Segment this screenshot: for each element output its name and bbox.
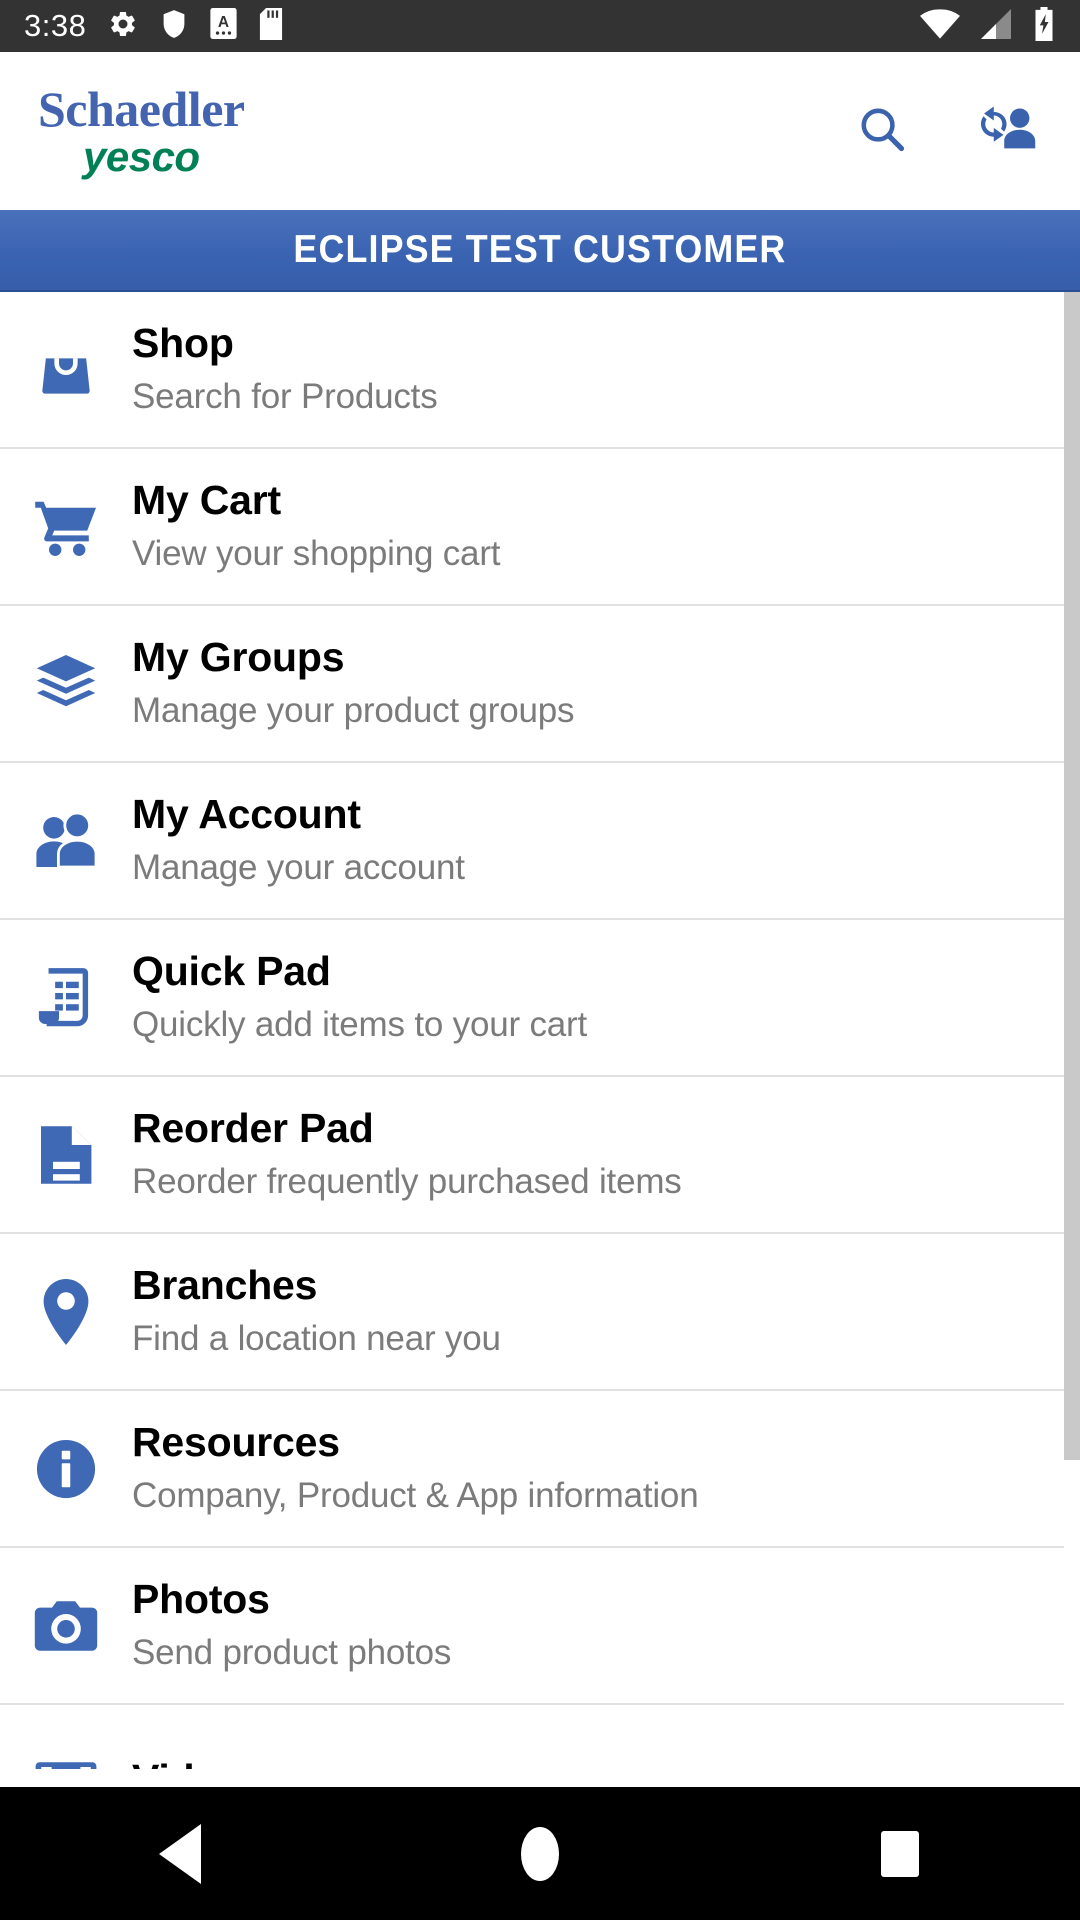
menu-item-title: Photos: [132, 1576, 270, 1623]
info-circle-icon: [28, 1431, 104, 1507]
battery-charging-icon: [1032, 6, 1056, 46]
cell-signal-icon: [978, 8, 1014, 44]
menu-item-photos[interactable]: Photos Send product photos: [0, 1548, 1064, 1705]
scrollbar-thumb[interactable]: [1064, 292, 1080, 1460]
layers-icon: [28, 646, 104, 722]
menu-item-subtitle: Find a location near you: [132, 1319, 501, 1359]
shopping-bag-icon: [28, 332, 104, 408]
android-nav-bar: [0, 1787, 1080, 1920]
customer-banner-label: ECLIPSE TEST CUSTOMER: [293, 228, 787, 271]
customer-banner: ECLIPSE TEST CUSTOMER: [0, 210, 1080, 292]
menu-item-text: Branches Find a location near you: [132, 1261, 501, 1362]
home-circle-icon: [521, 1826, 559, 1881]
people-icon: [28, 803, 104, 879]
menu-item-text: Videos: [132, 1755, 265, 1769]
menu-list: Shop Search for Products My Cart View yo…: [0, 292, 1080, 1769]
menu-item-title: Resources: [132, 1419, 340, 1466]
status-bar-right: [920, 6, 1056, 46]
sd-card-icon: [259, 7, 283, 45]
menu-item-resources[interactable]: Resources Company, Product & App informa…: [0, 1391, 1064, 1548]
wifi-icon: [920, 8, 960, 44]
menu-item-text: Shop Search for Products: [132, 319, 438, 420]
map-pin-icon: [28, 1274, 104, 1350]
menu-item-my-groups[interactable]: My Groups Manage your product groups: [0, 606, 1064, 763]
menu-item-subtitle: Send product photos: [132, 1633, 452, 1673]
menu-item-title: My Cart: [132, 477, 281, 524]
recents-square-icon: [881, 1830, 919, 1877]
menu-item-title: Shop: [132, 320, 234, 367]
menu-item-branches[interactable]: Branches Find a location near you: [0, 1234, 1064, 1391]
recents-button[interactable]: [810, 1787, 990, 1920]
back-triangle-icon: [159, 1823, 201, 1884]
menu-item-text: My Cart View your shopping cart: [132, 476, 501, 577]
menu-item-subtitle: Reorder frequently purchased items: [132, 1162, 682, 1202]
logo-primary-text: Schaedler: [38, 81, 245, 137]
shield-icon: [160, 9, 188, 44]
camera-icon: [28, 1588, 104, 1664]
menu-item-title: Quick Pad: [132, 948, 331, 995]
app-header: Schaedler yesco: [0, 52, 1080, 210]
menu-item-text: Reorder Pad Reorder frequently purchased…: [132, 1104, 682, 1205]
logo-secondary-text: yesco: [83, 133, 200, 180]
gear-icon: [108, 9, 138, 44]
document-icon: [28, 1117, 104, 1193]
menu-item-title: My Groups: [132, 634, 345, 681]
shopping-cart-icon: [28, 489, 104, 565]
menu-item-text: My Groups Manage your product groups: [132, 633, 575, 734]
svg-text:A: A: [218, 14, 229, 31]
switch-user-icon[interactable]: [974, 103, 1036, 160]
menu-item-title: Reorder Pad: [132, 1105, 374, 1152]
status-clock: 3:38: [24, 8, 87, 43]
menu-item-title: My Account: [132, 791, 361, 838]
menu-item-subtitle: Quickly add items to your cart: [132, 1005, 587, 1045]
menu-item-shop[interactable]: Shop Search for Products: [0, 292, 1064, 449]
menu-item-subtitle: Manage your account: [132, 848, 465, 888]
menu-item-subtitle: Search for Products: [132, 377, 438, 417]
menu-item-text: My Account Manage your account: [132, 790, 465, 891]
menu-item-subtitle: Manage your product groups: [132, 691, 575, 731]
menu-item-title: Videos: [132, 1755, 265, 1769]
menu-item-videos[interactable]: Videos: [0, 1705, 1064, 1769]
header-actions: [856, 103, 1036, 160]
app-logo: Schaedler yesco: [38, 84, 245, 178]
film-icon: [28, 1745, 104, 1769]
menu-item-my-cart[interactable]: My Cart View your shopping cart: [0, 449, 1064, 606]
search-icon[interactable]: [856, 103, 908, 160]
menu-item-text: Resources Company, Product & App informa…: [132, 1418, 699, 1519]
menu-item-text: Quick Pad Quickly add items to your cart: [132, 947, 587, 1048]
menu-item-my-account[interactable]: My Account Manage your account: [0, 763, 1064, 920]
menu-item-reorder-pad[interactable]: Reorder Pad Reorder frequently purchased…: [0, 1077, 1064, 1234]
menu-item-quick-pad[interactable]: Quick Pad Quickly add items to your cart: [0, 920, 1064, 1077]
menu-scroll-area[interactable]: Shop Search for Products My Cart View yo…: [0, 292, 1080, 1769]
home-button[interactable]: [450, 1787, 630, 1920]
menu-item-text: Photos Send product photos: [132, 1575, 451, 1676]
status-bar: 3:38 A: [0, 0, 1080, 52]
list-document-icon: [28, 960, 104, 1036]
menu-item-title: Branches: [132, 1262, 318, 1309]
menu-item-subtitle: View your shopping cart: [132, 534, 501, 574]
status-bar-left: 3:38 A: [24, 7, 920, 45]
scrollbar-track[interactable]: [1064, 292, 1080, 1769]
app-notification-icon: A: [210, 8, 237, 44]
back-button[interactable]: [90, 1787, 270, 1920]
menu-item-subtitle: Company, Product & App information: [132, 1476, 699, 1516]
